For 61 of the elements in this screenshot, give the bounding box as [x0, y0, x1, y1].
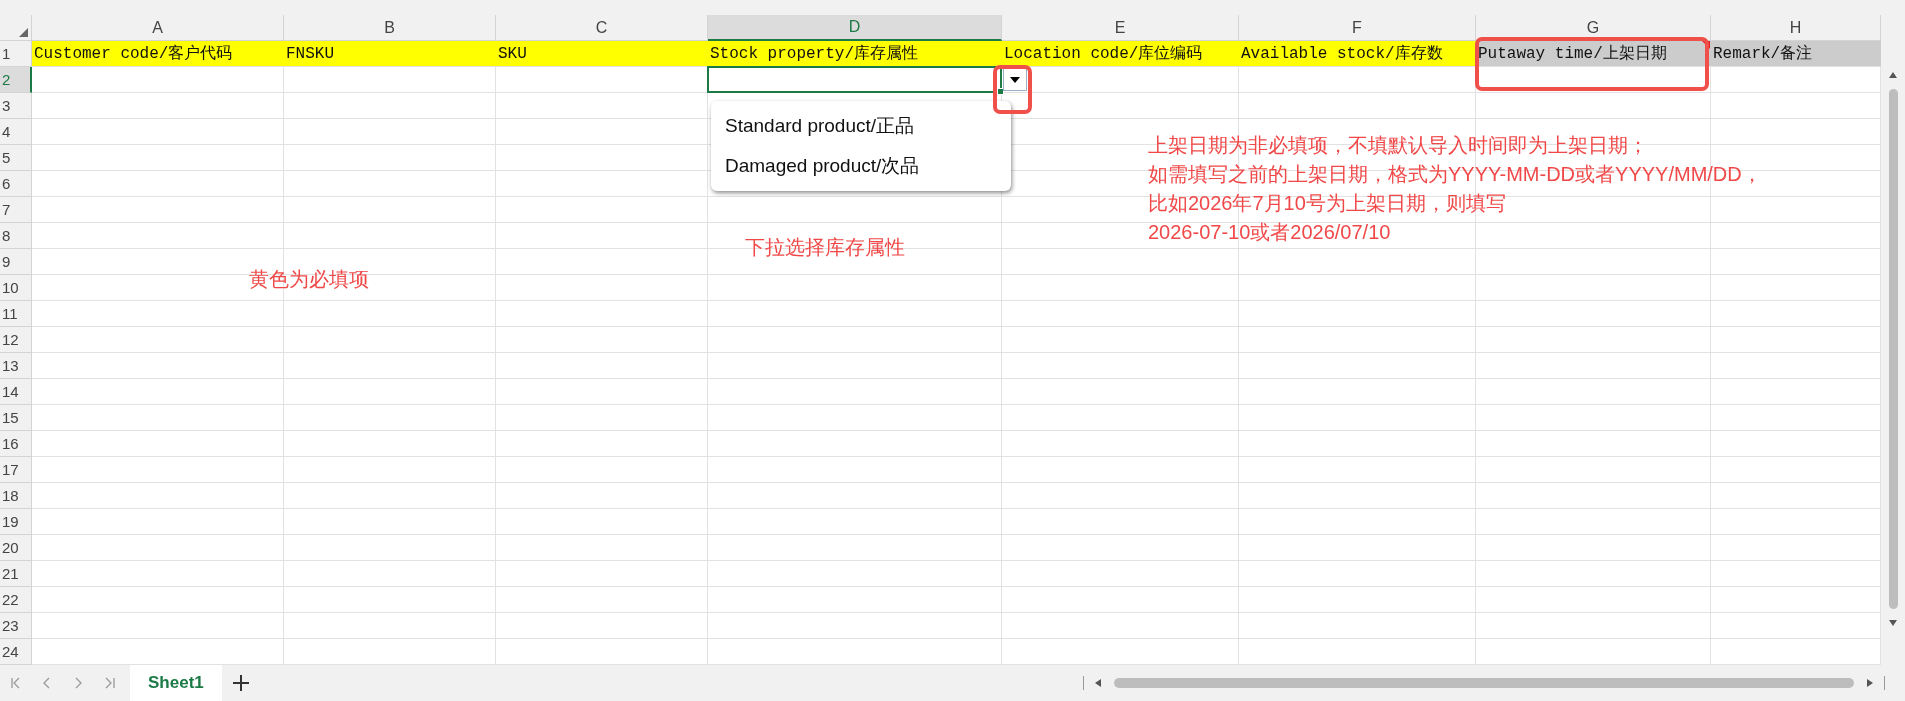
row-header[interactable]: 14	[0, 379, 32, 405]
row-header[interactable]: 3	[0, 93, 32, 119]
row-header[interactable]: 13	[0, 353, 32, 379]
row-header[interactable]: 22	[0, 587, 32, 613]
row-header[interactable]: 20	[0, 535, 32, 561]
row-header[interactable]: 7	[0, 197, 32, 223]
scroll-right-icon[interactable]	[1866, 678, 1874, 688]
scroll-down-icon[interactable]	[1888, 619, 1898, 627]
dropdown-option[interactable]: Standard product/正品	[711, 106, 1011, 146]
column-header[interactable]: B	[284, 15, 496, 41]
column-header[interactable]: A	[32, 15, 284, 41]
annotation-text: 如需填写之前的上架日期，格式为YYYY-MM-DD或者YYYY/MM/DD，	[1148, 162, 1762, 187]
column-header[interactable]: H	[1711, 15, 1881, 41]
row-header[interactable]: 18	[0, 483, 32, 509]
table-cell[interactable]: Available stock/库存数	[1239, 41, 1476, 67]
row-header[interactable]: 19	[0, 509, 32, 535]
table-cell[interactable]: Putaway time/上架日期	[1476, 41, 1711, 67]
row-header[interactable]: 15	[0, 405, 32, 431]
row-header[interactable]: 8	[0, 223, 32, 249]
annotation-text: 上架日期为非必填项，不填默认导入时间即为上架日期；	[1148, 133, 1649, 158]
sheet-tab[interactable]: Sheet1	[130, 665, 222, 701]
column-header[interactable]: E	[1002, 15, 1239, 41]
row-header[interactable]: 17	[0, 457, 32, 483]
row-header[interactable]: 2	[0, 67, 32, 93]
active-cell[interactable]	[707, 66, 1002, 93]
column-header[interactable]: D	[708, 15, 1002, 41]
annotation-text: 下拉选择库存属性	[745, 235, 905, 260]
column-header[interactable]: F	[1239, 15, 1476, 41]
scroll-left-icon[interactable]	[1094, 678, 1102, 688]
row-header[interactable]: 12	[0, 327, 32, 353]
row-header[interactable]: 11	[0, 301, 32, 327]
row-header[interactable]: 16	[0, 431, 32, 457]
table-cell[interactable]: FNSKU	[284, 41, 496, 67]
caret-icon	[1010, 76, 1020, 83]
row-header[interactable]: 4	[0, 119, 32, 145]
dropdown-button[interactable]	[1003, 68, 1027, 91]
horizontal-scrollbar[interactable]	[1083, 676, 1885, 690]
add-sheet-icon[interactable]	[231, 674, 250, 692]
row-header[interactable]: 24	[0, 639, 32, 665]
row-header[interactable]: 9	[0, 249, 32, 275]
column-header[interactable]: C	[496, 15, 708, 41]
highlight-frame	[993, 65, 1032, 114]
row-header[interactable]: 1	[0, 41, 32, 67]
scroll-up-icon[interactable]	[1888, 71, 1898, 79]
table-cell[interactable]: Customer code/客户代码	[32, 41, 284, 67]
scrollbar-thumb[interactable]	[1114, 678, 1854, 688]
dropdown-option[interactable]: Damaged product/次品	[711, 146, 1011, 186]
annotation-text: 比如2026年7月10号为上架日期，则填写	[1148, 191, 1507, 216]
table-cell[interactable]: SKU	[496, 41, 708, 67]
row-header[interactable]: 6	[0, 171, 32, 197]
row-header[interactable]: 23	[0, 613, 32, 639]
table-cell[interactable]: Remark/备注	[1711, 41, 1881, 67]
scrollbar-thumb[interactable]	[1888, 89, 1898, 609]
annotation-text: 2026-07-10或者2026/07/10	[1148, 220, 1392, 245]
row-header[interactable]: 5	[0, 145, 32, 171]
annotation-text: 黄色为必填项	[249, 267, 369, 292]
row-header[interactable]: 21	[0, 561, 32, 587]
row-header[interactable]: 10	[0, 275, 32, 301]
table-cell[interactable]: Stock property/库存属性	[708, 41, 1002, 67]
table-cell[interactable]: Location code/库位编码	[1002, 41, 1239, 67]
select-all-icon[interactable]	[19, 28, 28, 37]
